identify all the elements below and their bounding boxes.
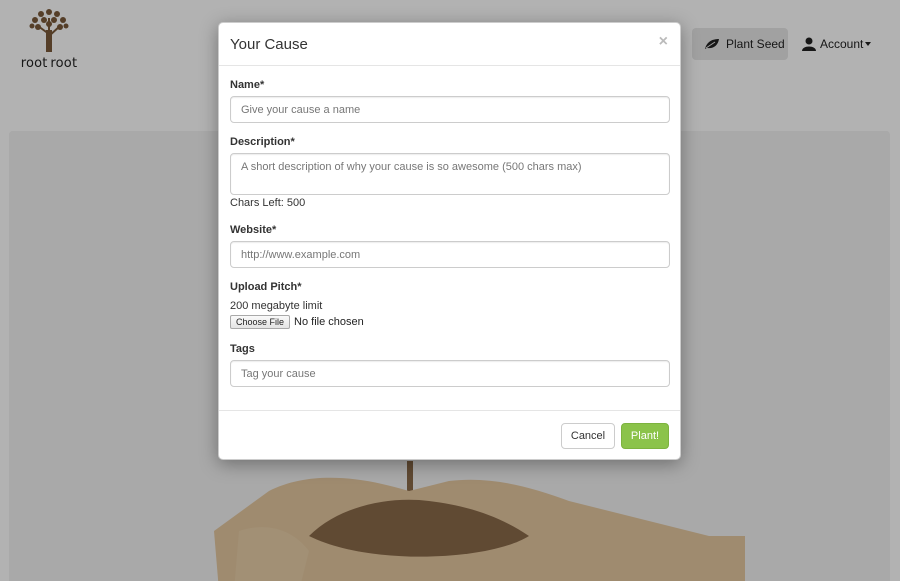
- close-icon[interactable]: ×: [659, 34, 668, 50]
- name-label: Name*: [230, 79, 265, 91]
- plant-submit-button[interactable]: Plant!: [621, 423, 669, 449]
- upload-pitch-label: Upload Pitch*: [230, 281, 302, 293]
- modal-header: Your Cause ×: [219, 23, 680, 66]
- modal-footer: Cancel Plant!: [219, 410, 680, 460]
- file-status: No file chosen: [294, 316, 364, 328]
- file-upload: Choose File No file chosen: [230, 315, 364, 329]
- chars-left-counter: Chars Left: 500: [230, 197, 306, 209]
- description-label: Description*: [230, 136, 295, 148]
- website-label: Website*: [230, 224, 277, 236]
- tags-label: Tags: [230, 343, 255, 355]
- modal-title: Your Cause: [230, 36, 308, 53]
- description-textarea[interactable]: [230, 153, 670, 195]
- cancel-button[interactable]: Cancel: [561, 423, 615, 449]
- name-input[interactable]: [230, 96, 670, 123]
- your-cause-modal: Your Cause × Name* Description* Chars Le…: [218, 22, 681, 460]
- upload-limit-text: 200 megabyte limit: [230, 300, 323, 312]
- choose-file-button[interactable]: Choose File: [230, 315, 291, 329]
- website-input[interactable]: [230, 241, 670, 268]
- tags-input[interactable]: [230, 360, 670, 387]
